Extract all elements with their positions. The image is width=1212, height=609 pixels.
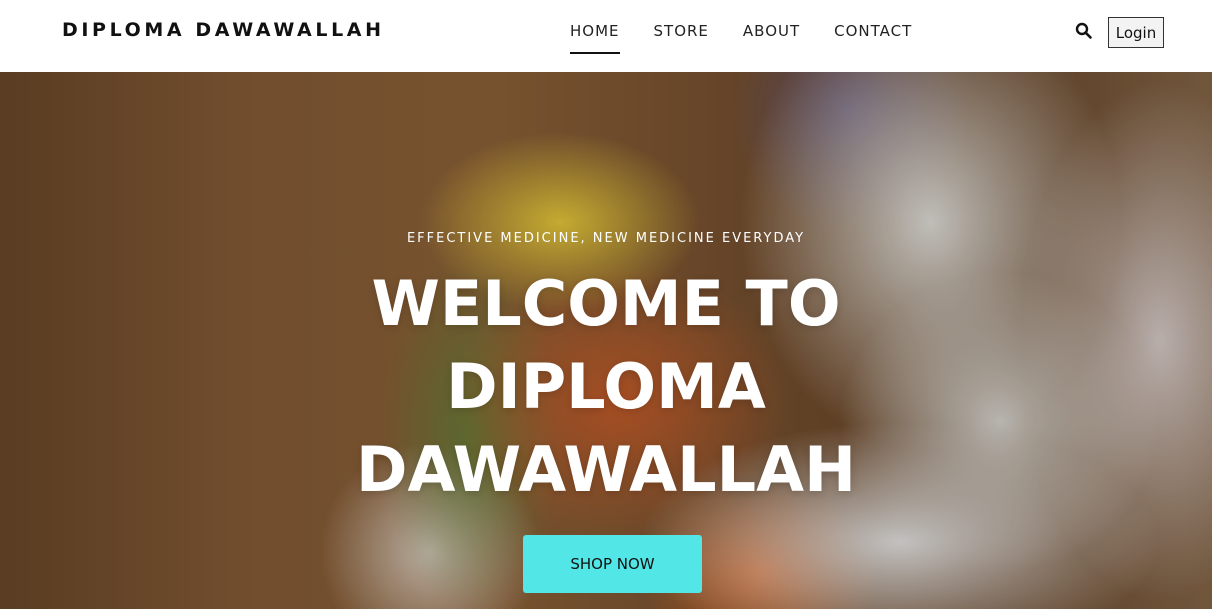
login-button[interactable]: Login (1108, 17, 1164, 48)
nav-item-store[interactable]: STORE (654, 21, 709, 55)
main-nav: HOME STORE ABOUT CONTACT (570, 21, 946, 55)
nav-item-contact[interactable]: CONTACT (834, 21, 912, 55)
search-icon[interactable] (1075, 22, 1093, 40)
nav-item-about[interactable]: ABOUT (743, 21, 800, 55)
hero-tagline: EFFECTIVE MEDICINE, NEW MEDICINE EVERYDA… (406, 231, 806, 246)
shop-now-button[interactable]: SHOP NOW (523, 535, 702, 593)
site-header: DIPLOMA DAWAWALLAH HOME STORE ABOUT CONT… (0, 0, 1212, 72)
hero-banner: EFFECTIVE MEDICINE, NEW MEDICINE EVERYDA… (0, 72, 1212, 609)
hero-title: WELCOME TO DIPLOMA DAWAWALLAH (356, 267, 856, 506)
nav-item-home[interactable]: HOME (570, 21, 620, 55)
brand-logo-text[interactable]: DIPLOMA DAWAWALLAH (62, 19, 385, 41)
